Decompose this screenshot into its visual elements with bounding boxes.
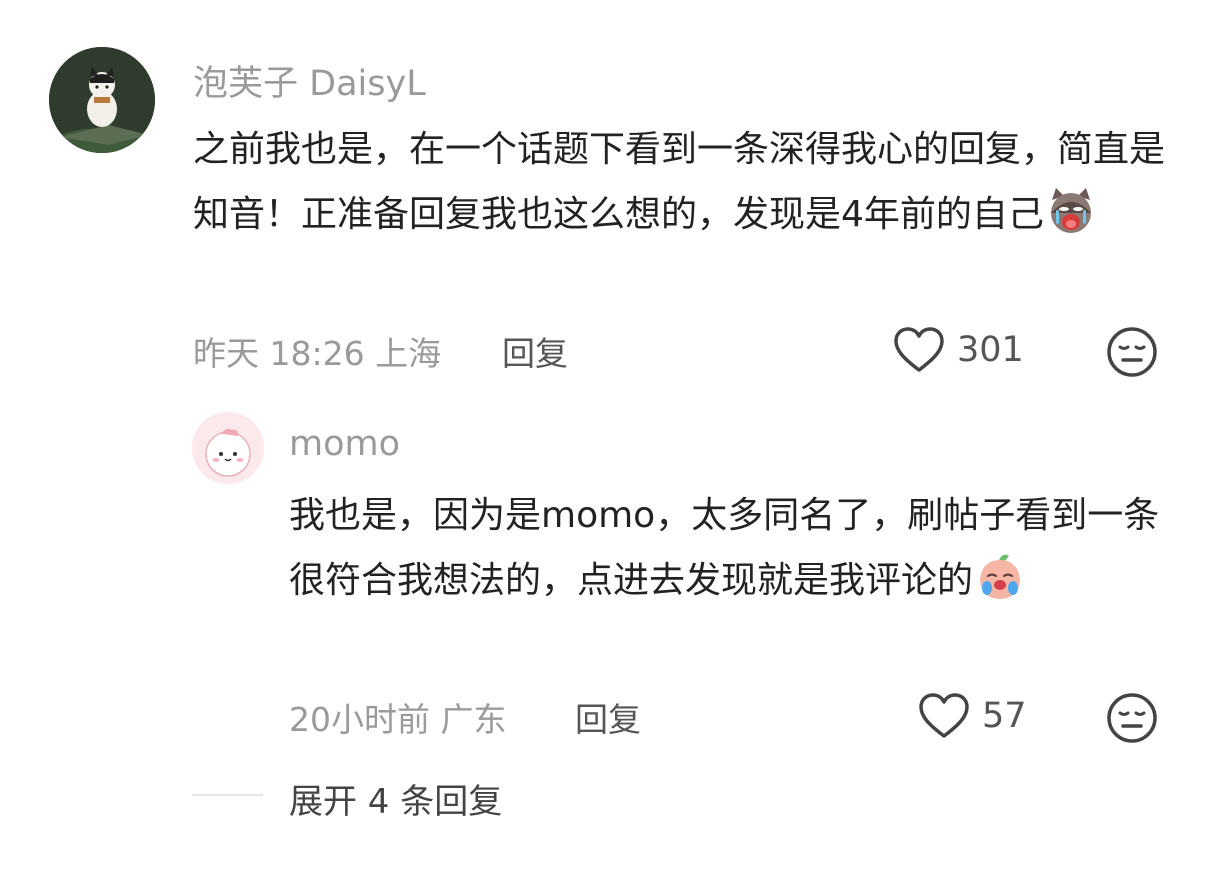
reply-text-content: 我也是，因为是momo，太多同名了，刷帖子看到一条很符合我想法的，点进去发现就是… xyxy=(289,495,1160,601)
expand-divider xyxy=(192,794,263,796)
comment-text: 之前我也是，在一个话题下看到一条深得我心的回复，简直是知音！正准备回复我也这么想… xyxy=(193,117,1168,247)
comment-username[interactable]: 泡芙子 DaisyL xyxy=(193,55,426,106)
crying-peach-emoji-icon xyxy=(980,554,1020,599)
comment-time-location: 昨天 18:26 上海 xyxy=(193,334,442,373)
like-button[interactable]: 301 xyxy=(893,326,1024,374)
reply-like-button[interactable]: 57 xyxy=(918,692,1027,740)
reply-avatar[interactable] xyxy=(192,412,264,484)
heart-icon xyxy=(919,693,969,738)
reply-button[interactable]: 回复 xyxy=(502,327,568,375)
comment-text-content: 之前我也是，在一个话题下看到一条深得我心的回复，简直是知音！正准备回复我也这么想… xyxy=(193,129,1166,235)
crying-cat-emoji-icon xyxy=(1050,188,1091,233)
reply-like-count: 57 xyxy=(982,696,1027,736)
cat-on-crocodile-avatar-image xyxy=(49,47,155,153)
expand-replies-button[interactable]: 展开 4 条回复 xyxy=(289,774,502,823)
avatar[interactable] xyxy=(49,47,155,153)
dislike-face-icon[interactable] xyxy=(1106,326,1158,378)
pink-creature-avatar-image xyxy=(192,412,264,484)
reply-reply-button[interactable]: 回复 xyxy=(575,693,641,741)
reply-time-location: 20小时前 广东 xyxy=(289,700,507,739)
reply-text: 我也是，因为是momo，太多同名了，刷帖子看到一条很符合我想法的，点进去发现就是… xyxy=(289,483,1169,613)
like-count: 301 xyxy=(957,330,1024,370)
reply-dislike-face-icon[interactable] xyxy=(1106,692,1158,744)
reply-username[interactable]: momo xyxy=(289,424,400,464)
heart-icon xyxy=(894,327,944,372)
